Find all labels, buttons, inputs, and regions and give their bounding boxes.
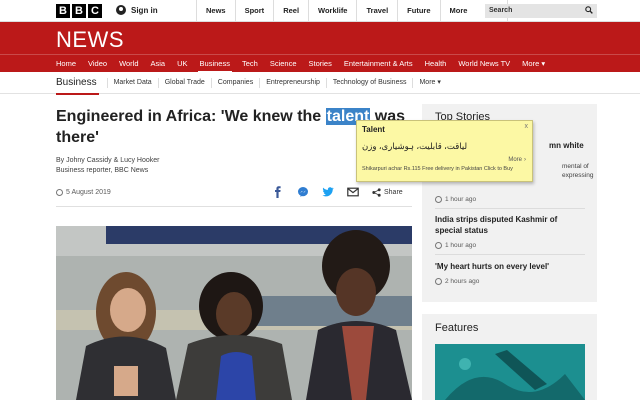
messenger-icon[interactable] (297, 186, 309, 198)
share-tools: Share (272, 186, 403, 198)
sign-in-label: Sign in (131, 5, 158, 15)
bbc-logo-letter: C (88, 4, 102, 18)
chevron-right-icon: › (524, 157, 526, 163)
story-timestamp: 2 hours ago (435, 278, 479, 285)
email-icon[interactable] (347, 186, 359, 198)
user-icon (116, 5, 126, 15)
subnav-entrepreneurship[interactable]: Entrepreneurship (259, 78, 326, 88)
top-story-headline-fragment[interactable]: mn white (549, 140, 597, 151)
divider (56, 206, 412, 207)
top-nav-future[interactable]: Future (397, 0, 439, 22)
top-story-link[interactable]: India strips disputed Kashmir of special… (435, 214, 585, 236)
subnav-companies[interactable]: Companies (210, 78, 259, 88)
feature-thumbnail[interactable] (435, 344, 585, 400)
subnav-more[interactable]: More ▾ (412, 78, 446, 88)
byline: By Johny Cassidy & Lucy Hooker Business … (56, 156, 160, 176)
section-asia[interactable]: Asia (145, 55, 172, 73)
section-video[interactable]: Video (82, 55, 113, 73)
article-photo (56, 226, 412, 400)
clock-icon (56, 189, 63, 196)
subnav-current-business[interactable]: Business (56, 73, 107, 95)
section-health[interactable]: Health (419, 55, 453, 73)
section-science[interactable]: Science (264, 55, 303, 73)
divider (435, 208, 585, 209)
section-world[interactable]: World (113, 55, 144, 73)
bbc-logo-letter: B (72, 4, 86, 18)
story-timestamp: 1 hour ago (435, 196, 476, 203)
popup-ad-link[interactable]: Shikarpuri achar Rs.115 Free delivery in… (362, 166, 530, 173)
dictionary-popup: Talent x لیاقت، قابلیت، ہوشیاری، وزن Mor… (356, 120, 533, 182)
divider (435, 254, 585, 255)
news-title[interactable]: NEWS (56, 27, 124, 53)
story-timestamp: 1 hour ago (435, 242, 476, 249)
top-story-link[interactable]: 'My heart hurts on every level' (435, 261, 585, 272)
section-uk[interactable]: UK (171, 55, 193, 73)
subnav-global-trade[interactable]: Global Trade (157, 78, 211, 88)
sign-in-link[interactable]: Sign in (116, 5, 158, 15)
close-button[interactable]: x (525, 123, 529, 130)
search-input[interactable]: Search (485, 4, 597, 18)
section-tech[interactable]: Tech (236, 55, 264, 73)
bbc-logo[interactable]: B B C (56, 4, 102, 18)
clock-icon (435, 278, 442, 285)
top-story-summary-fragment: mental of expressing (562, 163, 594, 179)
section-world-news-tv[interactable]: World News TV (452, 55, 516, 73)
browser-page: B B C Sign in News Sport Reel Worklife T… (0, 0, 640, 400)
section-business[interactable]: Business (194, 55, 236, 73)
top-nav-reel[interactable]: Reel (273, 0, 308, 22)
section-stories[interactable]: Stories (303, 55, 338, 73)
popup-more-link[interactable]: More › (508, 157, 526, 163)
search-icon[interactable] (585, 6, 593, 14)
features-panel: Features (422, 314, 597, 400)
popup-more-label: More (508, 157, 522, 163)
business-subnav: Business Market Data Global Trade Compan… (0, 72, 640, 95)
top-nav-news[interactable]: News (196, 0, 235, 22)
share-label: Share (384, 188, 403, 196)
time-label: 2 hours ago (445, 278, 480, 285)
bbc-top-bar: B B C Sign in News Sport Reel Worklife T… (0, 0, 640, 22)
top-nav-travel[interactable]: Travel (356, 0, 397, 22)
twitter-icon[interactable] (322, 186, 334, 198)
headline-text: Engineered in Africa: 'We knew the (56, 108, 326, 125)
section-more[interactable]: More ▾ (516, 55, 551, 73)
top-nav: News Sport Reel Worklife Travel Future M… (196, 0, 509, 22)
popup-translation: لیاقت، قابلیت، ہوشیاری، وزن (362, 141, 468, 151)
time-label: 1 hour ago (445, 196, 477, 203)
top-nav-worklife[interactable]: Worklife (308, 0, 356, 22)
feature-image (435, 344, 585, 400)
clock-icon (435, 242, 442, 249)
search-placeholder: Search (489, 7, 513, 14)
section-nav: Home Video World Asia UK Business Tech S… (0, 54, 640, 73)
clock-icon (435, 196, 442, 203)
date-label: 5 August 2019 (66, 189, 111, 196)
section-entertainment[interactable]: Entertainment & Arts (338, 55, 419, 73)
share-icon (372, 187, 381, 197)
article-date: 5 August 2019 (56, 189, 111, 196)
section-home[interactable]: Home (50, 55, 82, 73)
popup-word: Talent (362, 125, 385, 134)
share-button[interactable]: Share (372, 187, 403, 197)
time-label: 1 hour ago (445, 242, 477, 249)
photo-three-women-looking-at-phone (56, 226, 412, 400)
facebook-icon[interactable] (272, 186, 284, 198)
byline-role: Business reporter, BBC News (56, 167, 149, 174)
byline-authors: By Johny Cassidy & Lucy Hooker (56, 157, 160, 164)
bbc-logo-letter: B (56, 4, 70, 18)
subnav-market-data[interactable]: Market Data (106, 78, 158, 88)
features-heading: Features (435, 322, 479, 334)
subnav-technology-of-business[interactable]: Technology of Business (325, 78, 413, 88)
top-nav-sport[interactable]: Sport (234, 0, 274, 22)
news-banner: NEWS Home Video World Asia UK Business T… (0, 22, 640, 73)
